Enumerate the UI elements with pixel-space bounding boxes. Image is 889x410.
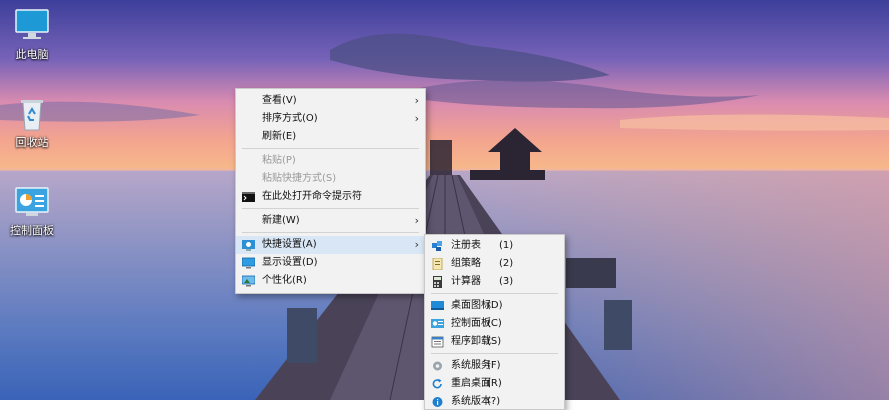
desktop-icon-control-panel[interactable]: 控制面板: [0, 182, 64, 237]
menu-item-sort-by[interactable]: 排序方式(O) ›: [236, 110, 425, 128]
menu-separator: [242, 232, 419, 233]
control-panel-icon: [431, 318, 444, 330]
menu-item-paste[interactable]: 粘贴(P): [236, 152, 425, 170]
submenu-item-system-version[interactable]: 系统版本 (?): [425, 393, 564, 409]
control-panel-icon: [12, 182, 52, 222]
command-prompt-icon: [242, 191, 255, 203]
menu-separator: [242, 148, 419, 149]
recycle-bin-icon: [12, 94, 52, 134]
desktop-icon-label: 此电脑: [15, 48, 49, 61]
chevron-right-icon: ›: [414, 238, 419, 251]
submenu-item-desktop-icons[interactable]: 桌面图标 (D): [425, 297, 564, 315]
registry-icon: [431, 240, 444, 252]
submenu-item-calculator[interactable]: 计算器 (3): [425, 273, 564, 291]
submenu-item-control-panel[interactable]: 控制面板 (C): [425, 315, 564, 333]
desktop-icon-this-pc[interactable]: 此电脑: [0, 6, 64, 61]
restart-icon: [431, 378, 444, 390]
menu-item-view[interactable]: 查看(V) ›: [236, 92, 425, 110]
menu-item-refresh[interactable]: 刷新(E): [236, 128, 425, 146]
menu-item-open-command-prompt[interactable]: 在此处打开命令提示符: [236, 188, 425, 206]
display-icon: [241, 257, 256, 269]
submenu-item-registry[interactable]: 注册表 (1): [425, 237, 564, 255]
submenu-item-uninstall-programs[interactable]: 程序卸载 (S): [425, 333, 564, 351]
chevron-right-icon: ›: [414, 214, 419, 227]
submenu-item-restart-desktop[interactable]: 重启桌面 (R): [425, 375, 564, 393]
desktop-icon-recycle-bin[interactable]: 回收站: [0, 94, 64, 149]
chevron-right-icon: ›: [414, 94, 419, 107]
info-icon: [431, 396, 444, 408]
uninstall-icon: [431, 336, 444, 348]
desktop-context-menu: 查看(V) › 排序方式(O) › 刷新(E) 粘贴(P) 粘贴快捷方式(S) …: [235, 88, 426, 294]
submenu-item-system-services[interactable]: 系统服务 (F): [425, 357, 564, 375]
desktop-icon-label: 回收站: [15, 136, 49, 149]
monitor-icon: [12, 6, 52, 46]
menu-item-paste-shortcut[interactable]: 粘贴快捷方式(S): [236, 170, 425, 188]
menu-item-display-settings[interactable]: 显示设置(D): [236, 254, 425, 272]
menu-separator: [242, 208, 419, 209]
desktop-icon: [431, 300, 444, 312]
quick-settings-submenu: 注册表 (1) 组策略 (2) 计算器 (3) 桌面图标 (D) 控制面板 (C…: [424, 234, 565, 410]
desktop-icon-label: 控制面板: [10, 224, 54, 237]
menu-item-personalize[interactable]: 个性化(R): [236, 272, 425, 290]
menu-separator: [431, 353, 558, 354]
menu-item-new[interactable]: 新建(W) ›: [236, 212, 425, 230]
chevron-right-icon: ›: [414, 112, 419, 125]
menu-item-quick-settings[interactable]: 快捷设置(A) ›: [236, 236, 425, 254]
calculator-icon: [431, 276, 444, 288]
submenu-item-group-policy[interactable]: 组策略 (2): [425, 255, 564, 273]
services-icon: [431, 360, 444, 372]
group-policy-icon: [431, 257, 444, 271]
personalize-icon: [241, 275, 256, 287]
menu-separator: [431, 293, 558, 294]
quick-settings-icon: [242, 239, 255, 251]
